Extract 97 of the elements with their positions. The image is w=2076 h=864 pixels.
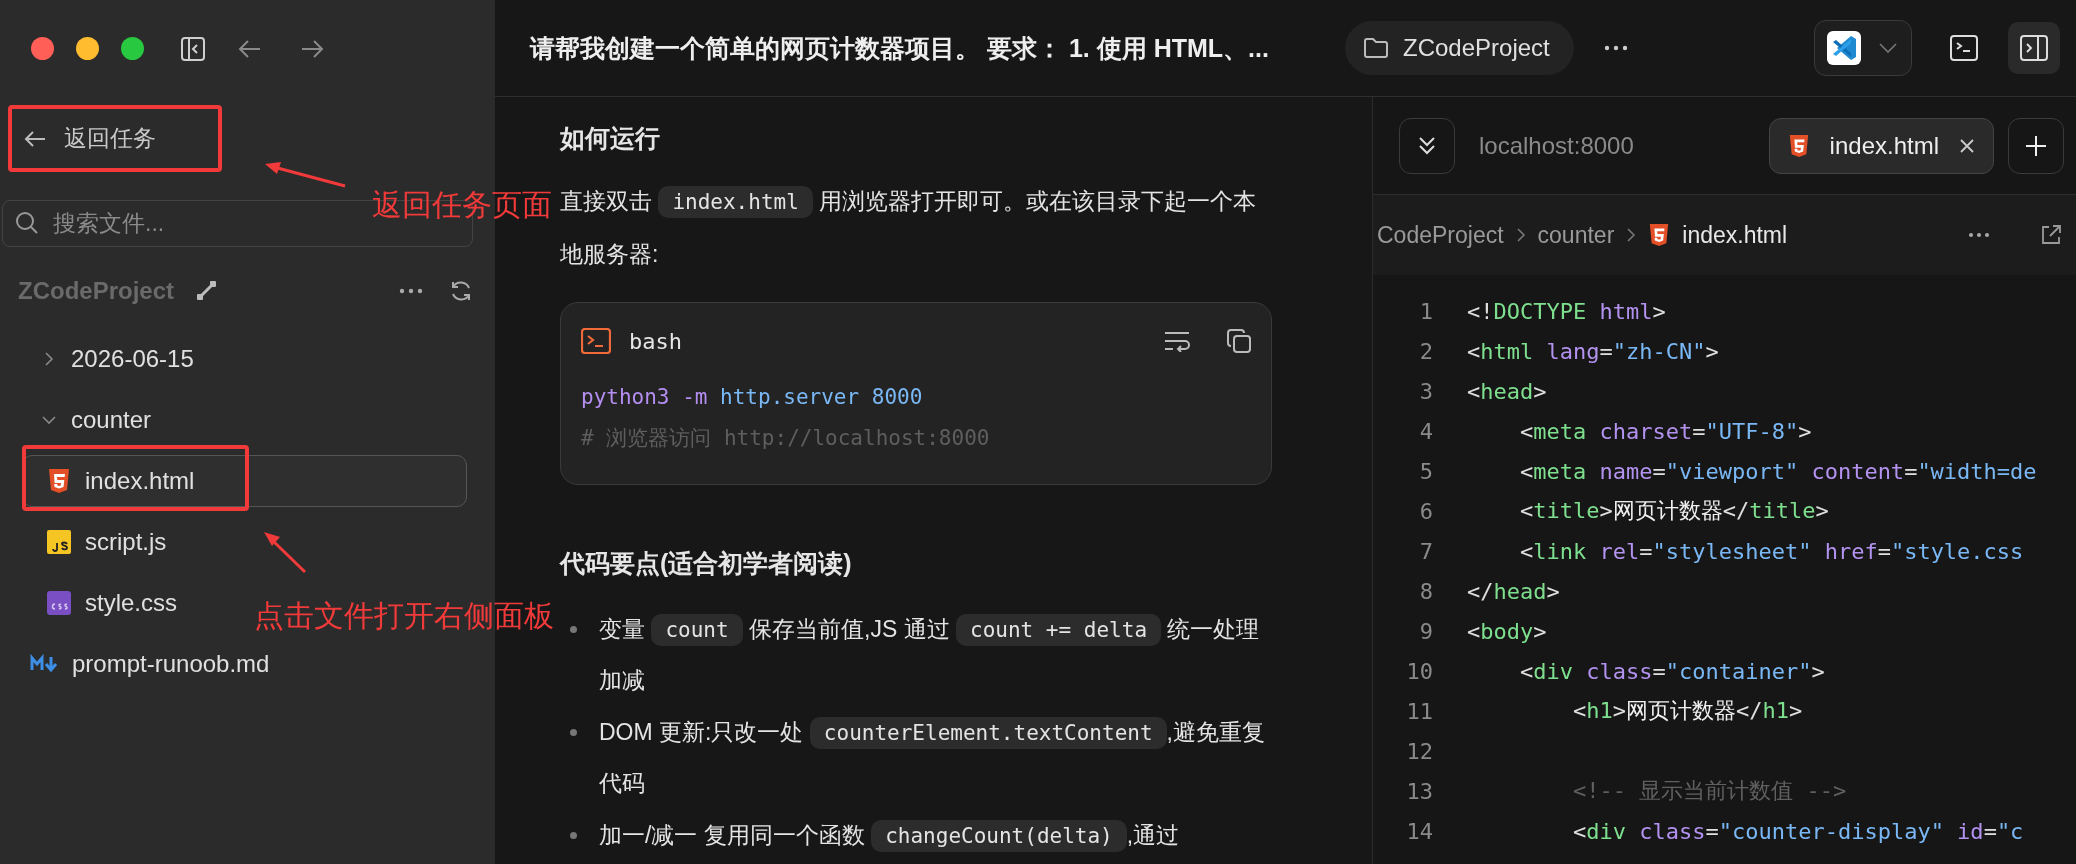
bullet-dot [570, 729, 577, 736]
html5-icon [47, 468, 71, 494]
forward-arrow-icon[interactable] [300, 38, 324, 59]
line-number: 6 [1418, 498, 1433, 524]
list-item-text: 加一/减一 复用同一个函数 changeCount(delta) ,通过 [599, 810, 1180, 861]
breadcrumb-item[interactable]: counter [1537, 221, 1615, 249]
list-item-text: 变量 count 保存当前值,JS 通过 count += delta 统一处理加减 [599, 613, 1261, 695]
file-tree-item[interactable]: 2026-06-15 [12, 333, 209, 385]
more-icon[interactable] [399, 288, 423, 294]
line-number: 5 [1418, 458, 1433, 484]
panel-toggle-button[interactable] [2008, 22, 2060, 74]
code-line: python3 -m http.server 8000 [581, 384, 923, 411]
minimize-window-button[interactable] [76, 37, 99, 60]
line-number: 2 [1418, 338, 1433, 364]
line-number: 7 [1418, 538, 1433, 564]
terminal-icon[interactable] [1950, 35, 1978, 61]
inline-code: count [651, 614, 743, 646]
inline-code: index.html [658, 186, 813, 218]
refresh-icon[interactable] [449, 279, 473, 303]
css-file-icon [47, 591, 71, 615]
line-number: 11 [1405, 698, 1433, 724]
close-icon[interactable] [1959, 137, 1975, 154]
task-title: 请帮我创建一个简单的网页计数器项目。 要求： 1. 使用 HTML、... [530, 32, 1270, 64]
external-link-icon[interactable] [2040, 224, 2062, 246]
html5-icon [1648, 223, 1671, 247]
section-heading: 代码要点(适合初学者阅读) [560, 548, 853, 579]
line-number: 4 [1418, 418, 1433, 444]
js-file-icon [47, 530, 71, 554]
new-tab-button[interactable] [2008, 117, 2064, 174]
file-tree-item[interactable]: script.js [12, 516, 182, 568]
code-line: # 浏览器访问 http://localhost:8000 [581, 425, 990, 452]
file-tree-item[interactable]: prompt-runoob.md [12, 638, 285, 690]
search-icon [15, 211, 39, 235]
code-line: <!DOCTYPE html> [1467, 298, 1666, 324]
line-number: 10 [1405, 658, 1433, 684]
code-line: <div class="container"> [1518, 658, 1825, 684]
line-number: 13 [1405, 778, 1433, 804]
folder-icon [1363, 37, 1389, 59]
code-line: <meta charset="UTF-8"> [1518, 418, 1812, 444]
code-line: <link rel="stylesheet" href="style.css [1518, 538, 2024, 564]
bullet-dot [570, 626, 577, 633]
close-window-button[interactable] [31, 37, 54, 60]
plus-icon [2025, 134, 2047, 157]
code-line: <title>网页计数器</title> [1518, 497, 1829, 525]
inline-code: count += delta [956, 614, 1162, 646]
code-line: </head> [1467, 578, 1560, 604]
code-line: <meta name="viewport" content="width=de [1518, 458, 2037, 484]
code-line: <html lang="zh-CN"> [1467, 338, 1719, 364]
line-number: 12 [1405, 738, 1433, 764]
paragraph: 直接双击 index.html 用浏览器打开即可。或在该目录下起一个本地服务器: [560, 185, 1258, 269]
bullet-dot [570, 832, 577, 839]
markdown-icon [30, 654, 58, 674]
code-editor-logo [1827, 31, 1861, 65]
back-arrow-icon [24, 129, 46, 148]
back-to-tasks-button[interactable]: 返回任务 [8, 105, 222, 172]
line-number: 9 [1418, 618, 1433, 644]
breadcrumb-item[interactable]: CodeProject [1377, 221, 1504, 249]
line-number: 1 [1418, 298, 1433, 324]
annotation-arrow [264, 532, 307, 574]
copy-icon[interactable] [1227, 329, 1251, 353]
line-number: 3 [1418, 378, 1433, 404]
panel-icon [2020, 35, 2048, 61]
annotation-text: 点击文件打开右侧面板 [254, 598, 554, 634]
terminal-icon [581, 328, 611, 354]
wrap-icon[interactable] [1163, 330, 1191, 352]
double-chevron-icon [1418, 135, 1436, 156]
sidebar-toggle-icon[interactable] [180, 35, 206, 62]
editor-tab[interactable]: index.html [1768, 117, 1994, 174]
code-line: <!-- 显示当前计数值 --> [1571, 777, 1847, 805]
collapse-button[interactable] [1399, 117, 1455, 174]
code-line: <h1>网页计数器</h1> [1571, 697, 1803, 725]
breadcrumb-item[interactable]: index.html [1682, 221, 1788, 249]
code-line: <div class="counter-display" id="c [1571, 818, 2024, 844]
chevron-icon [1515, 227, 1526, 243]
address-tab[interactable]: localhost:8000 [1479, 131, 1634, 160]
inline-code: counterElement.textContent [809, 717, 1167, 749]
caret-icon [1879, 43, 1897, 53]
branch-icon[interactable] [196, 280, 219, 302]
more-icon[interactable] [1603, 45, 1628, 51]
chevron-icon [1626, 227, 1637, 243]
inline-code: changeCount(delta) [871, 820, 1127, 852]
code-line: <body> [1467, 618, 1547, 644]
code-line: <head> [1467, 378, 1547, 404]
line-number: 8 [1418, 578, 1433, 604]
editor-dropdown[interactable] [1814, 20, 1912, 76]
line-number: 14 [1405, 818, 1433, 844]
back-arrow-icon[interactable] [238, 38, 262, 59]
project-name: ZCodeProject [18, 277, 175, 305]
html5-icon [1787, 133, 1810, 158]
list-item-text: DOM 更新:只改一处 counterElement.textContent ,避免重复代码 [599, 716, 1266, 798]
maximize-window-button[interactable] [121, 37, 144, 60]
file-tree-item[interactable]: style.css [12, 577, 192, 629]
more-icon[interactable] [1968, 232, 1990, 238]
code-language: bash [629, 328, 682, 354]
project-chip[interactable]: ZCodeProject [1345, 21, 1574, 75]
file-tree-item[interactable]: counter [12, 394, 167, 446]
section-heading: 如何运行 [560, 123, 661, 154]
